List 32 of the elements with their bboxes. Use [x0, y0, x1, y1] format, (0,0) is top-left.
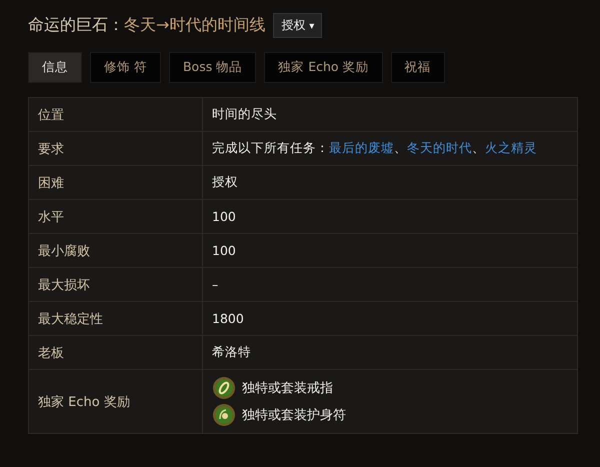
row-label: 独家 Echo 奖励: [38, 394, 130, 410]
row-value: 100: [212, 209, 236, 224]
page-title-prefix: 命运的巨石：: [28, 14, 124, 36]
page-title: 冬天→时代的时间线: [124, 14, 266, 36]
quest-link[interactable]: 最后的废墟: [329, 140, 394, 155]
requirement-text: 完成以下所有任务：最后的废墟、冬天的时代、火之精灵: [212, 140, 537, 157]
row-label: 困难: [38, 174, 64, 192]
tab[interactable]: 独家 Echo 奖励: [264, 52, 383, 83]
row-value: 希洛特: [212, 344, 251, 361]
reward-text: 独特或套装戒指: [242, 380, 333, 397]
row-value: 时间的尽头: [212, 106, 277, 123]
difficulty-dropdown[interactable]: 授权 ▾: [273, 12, 322, 38]
quest-link[interactable]: 火之精灵: [485, 140, 537, 155]
row-label: 位置: [38, 106, 64, 124]
tab[interactable]: 祝福: [390, 52, 445, 83]
amulet-icon: [212, 403, 236, 427]
row-value: 1800: [212, 311, 244, 326]
row-label: 最大损坏: [38, 276, 90, 294]
ring-icon: [212, 376, 236, 400]
row-label: 水平: [38, 208, 64, 226]
row-label: 要求: [38, 140, 64, 158]
tab[interactable]: 修饰 符: [90, 52, 161, 83]
row-value: –: [212, 277, 218, 292]
row-value: 100: [212, 243, 236, 258]
row-value: 授权: [212, 174, 238, 191]
tab[interactable]: 信息: [28, 52, 82, 83]
reward-text: 独特或套装护身符: [242, 407, 346, 424]
row-label: 老板: [38, 344, 64, 362]
row-label: 最大稳定性: [38, 310, 103, 328]
quest-link[interactable]: 冬天的时代: [407, 140, 472, 155]
tab[interactable]: Boss 物品: [168, 52, 256, 83]
row-label: 最小腐败: [38, 242, 90, 260]
